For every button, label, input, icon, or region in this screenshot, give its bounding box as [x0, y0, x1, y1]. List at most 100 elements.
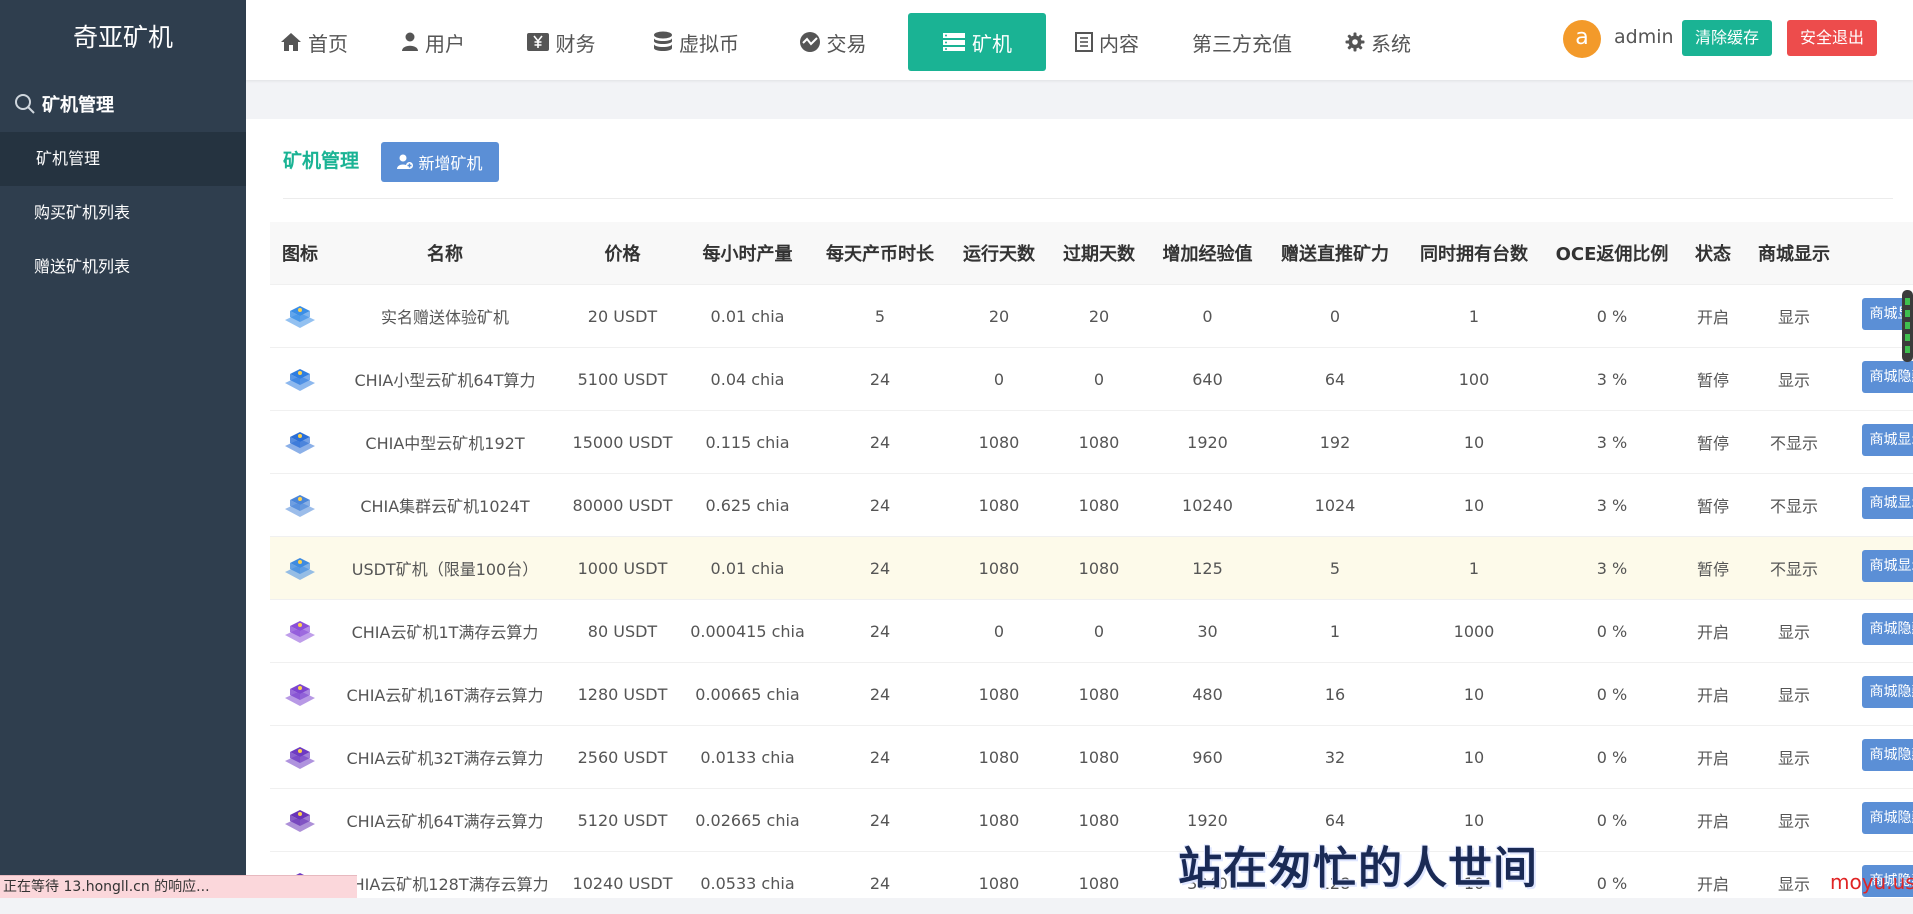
nav-trade[interactable]: 交易 [795, 13, 870, 71]
ratio: 0 % [1543, 726, 1681, 789]
max-own: 1 [1405, 285, 1543, 348]
max-own: 1 [1405, 537, 1543, 600]
price: 80 USDT [560, 600, 685, 663]
header-icon: 图标 [270, 222, 330, 285]
hourly-output: 0.0133 chia [685, 726, 810, 789]
run-days: 0 [950, 348, 1048, 411]
miner-icon-cell [270, 285, 330, 348]
nav-third-party-recharge[interactable]: 第三方充值 [1192, 13, 1292, 71]
row-actions: 商城隐藏 [1843, 663, 1913, 726]
table-row: CHIA云矿机32T满存云算力2560 USDT0.0133 chia24108… [270, 726, 1913, 789]
sidebar-item-miner-manage[interactable]: 矿机管理 [0, 132, 246, 186]
status: 暂停 [1681, 411, 1745, 474]
shop-toggle-button[interactable]: 商城显示 [1862, 424, 1913, 456]
shop-display: 显示 [1745, 852, 1843, 914]
shop-display: 显示 [1745, 285, 1843, 348]
daily-hours: 24 [810, 411, 950, 474]
table-row: CHIA中型云矿机192T15000 USDT0.115 chia2410801… [270, 411, 1913, 474]
row-actions: 商城显示 [1843, 474, 1913, 537]
max-own: 10 [1405, 474, 1543, 537]
price: 15000 USDT [560, 411, 685, 474]
miner-table: 图标 名称 价格 每小时产量 每天产币时长 运行天数 过期天数 增加经验值 赠送… [270, 222, 1913, 914]
miner-icon [283, 553, 317, 583]
miner-name: CHIA云矿机128T满存云算力 [330, 852, 560, 914]
shop-toggle-button[interactable]: 商城显示 [1862, 487, 1913, 519]
hourly-output: 0.625 chia [685, 474, 810, 537]
expire-days: 0 [1048, 600, 1150, 663]
price: 1000 USDT [560, 537, 685, 600]
document-icon [1075, 32, 1093, 52]
run-days: 1080 [950, 474, 1048, 537]
status: 暂停 [1681, 537, 1745, 600]
shop-toggle-button[interactable]: 商城隐藏 [1862, 361, 1913, 393]
sidebar-item-purchased-miners[interactable]: 购买矿机列表 [0, 186, 246, 240]
header-power: 赠送直推矿力 [1265, 222, 1405, 285]
sidebar-section-header[interactable]: 矿机管理 [0, 76, 246, 132]
shop-toggle-button[interactable]: 商城隐藏 [1862, 739, 1913, 771]
shop-toggle-button[interactable]: 商城隐藏 [1862, 802, 1913, 834]
status: 开启 [1681, 789, 1745, 852]
table-body: 实名赠送体验矿机20 USDT0.01 chia520200010 %开启显示商… [270, 285, 1913, 914]
shop-display: 不显示 [1745, 411, 1843, 474]
price: 5120 USDT [560, 789, 685, 852]
ratio: 3 % [1543, 474, 1681, 537]
nav-crypto[interactable]: 虚拟币 [651, 13, 741, 71]
avatar[interactable]: a [1563, 20, 1601, 58]
max-own: 100 [1405, 348, 1543, 411]
header-daily-hours: 每天产币时长 [810, 222, 950, 285]
logout-button[interactable]: 安全退出 [1787, 20, 1877, 56]
nav-miner[interactable]: 矿机 [908, 13, 1046, 71]
nav-user[interactable]: 用户 [398, 13, 468, 71]
miner-icon-cell [270, 474, 330, 537]
shop-display: 显示 [1745, 600, 1843, 663]
top-nav: 首页 用户 财务 虚拟币 交易 矿机 内容 第三方充值 系统 a admin 清… [246, 0, 1913, 80]
ratio: 3 % [1543, 537, 1681, 600]
table-row: CHIA云矿机1T满存云算力80 USDT0.000415 chia240030… [270, 600, 1913, 663]
scrollbar[interactable] [1902, 290, 1913, 362]
table-row: CHIA小型云矿机64T算力5100 USDT0.04 chia24006406… [270, 348, 1913, 411]
miner-name: CHIA小型云矿机64T算力 [330, 348, 560, 411]
miner-icon-cell [270, 537, 330, 600]
miner-name: CHIA集群云矿机1024T [330, 474, 560, 537]
power: 32 [1265, 726, 1405, 789]
add-miner-button[interactable]: 新增矿机 [381, 142, 499, 182]
miner-name: CHIA云矿机1T满存云算力 [330, 600, 560, 663]
ratio: 0 % [1543, 663, 1681, 726]
sidebar-section-label: 矿机管理 [42, 91, 114, 117]
exp: 125 [1150, 537, 1265, 600]
shop-display: 显示 [1745, 726, 1843, 789]
hourly-output: 0.00665 chia [685, 663, 810, 726]
shop-display: 不显示 [1745, 537, 1843, 600]
nav-system[interactable]: 系统 [1342, 13, 1414, 71]
status: 暂停 [1681, 474, 1745, 537]
nav-home[interactable]: 首页 [274, 13, 354, 71]
miner-icon [283, 364, 317, 394]
price: 2560 USDT [560, 726, 685, 789]
daily-hours: 24 [810, 537, 950, 600]
power: 1024 [1265, 474, 1405, 537]
hourly-output: 0.04 chia [685, 348, 810, 411]
exp: 30 [1150, 600, 1265, 663]
shop-toggle-button[interactable]: 商城隐藏 [1862, 613, 1913, 645]
expire-days: 0 [1048, 348, 1150, 411]
miner-name: 实名赠送体验矿机 [330, 285, 560, 348]
nav-finance[interactable]: 财务 [523, 13, 598, 71]
status: 暂停 [1681, 348, 1745, 411]
header-price: 价格 [560, 222, 685, 285]
miner-icon-cell [270, 726, 330, 789]
row-actions: 商城隐藏 [1843, 726, 1913, 789]
shop-toggle-button[interactable]: 商城隐藏 [1862, 676, 1913, 708]
ratio: 3 % [1543, 411, 1681, 474]
expire-days: 1080 [1048, 474, 1150, 537]
nav-content[interactable]: 内容 [1072, 13, 1142, 71]
status: 开启 [1681, 285, 1745, 348]
max-own: 10 [1405, 726, 1543, 789]
miner-icon-cell [270, 411, 330, 474]
server-icon [942, 32, 966, 52]
clear-cache-button[interactable]: 清除缓存 [1682, 20, 1772, 56]
daily-hours: 5 [810, 285, 950, 348]
sidebar-item-gifted-miners[interactable]: 赠送矿机列表 [0, 240, 246, 294]
power: 1 [1265, 600, 1405, 663]
ratio: 0 % [1543, 600, 1681, 663]
shop-toggle-button[interactable]: 商城显示 [1862, 550, 1913, 582]
